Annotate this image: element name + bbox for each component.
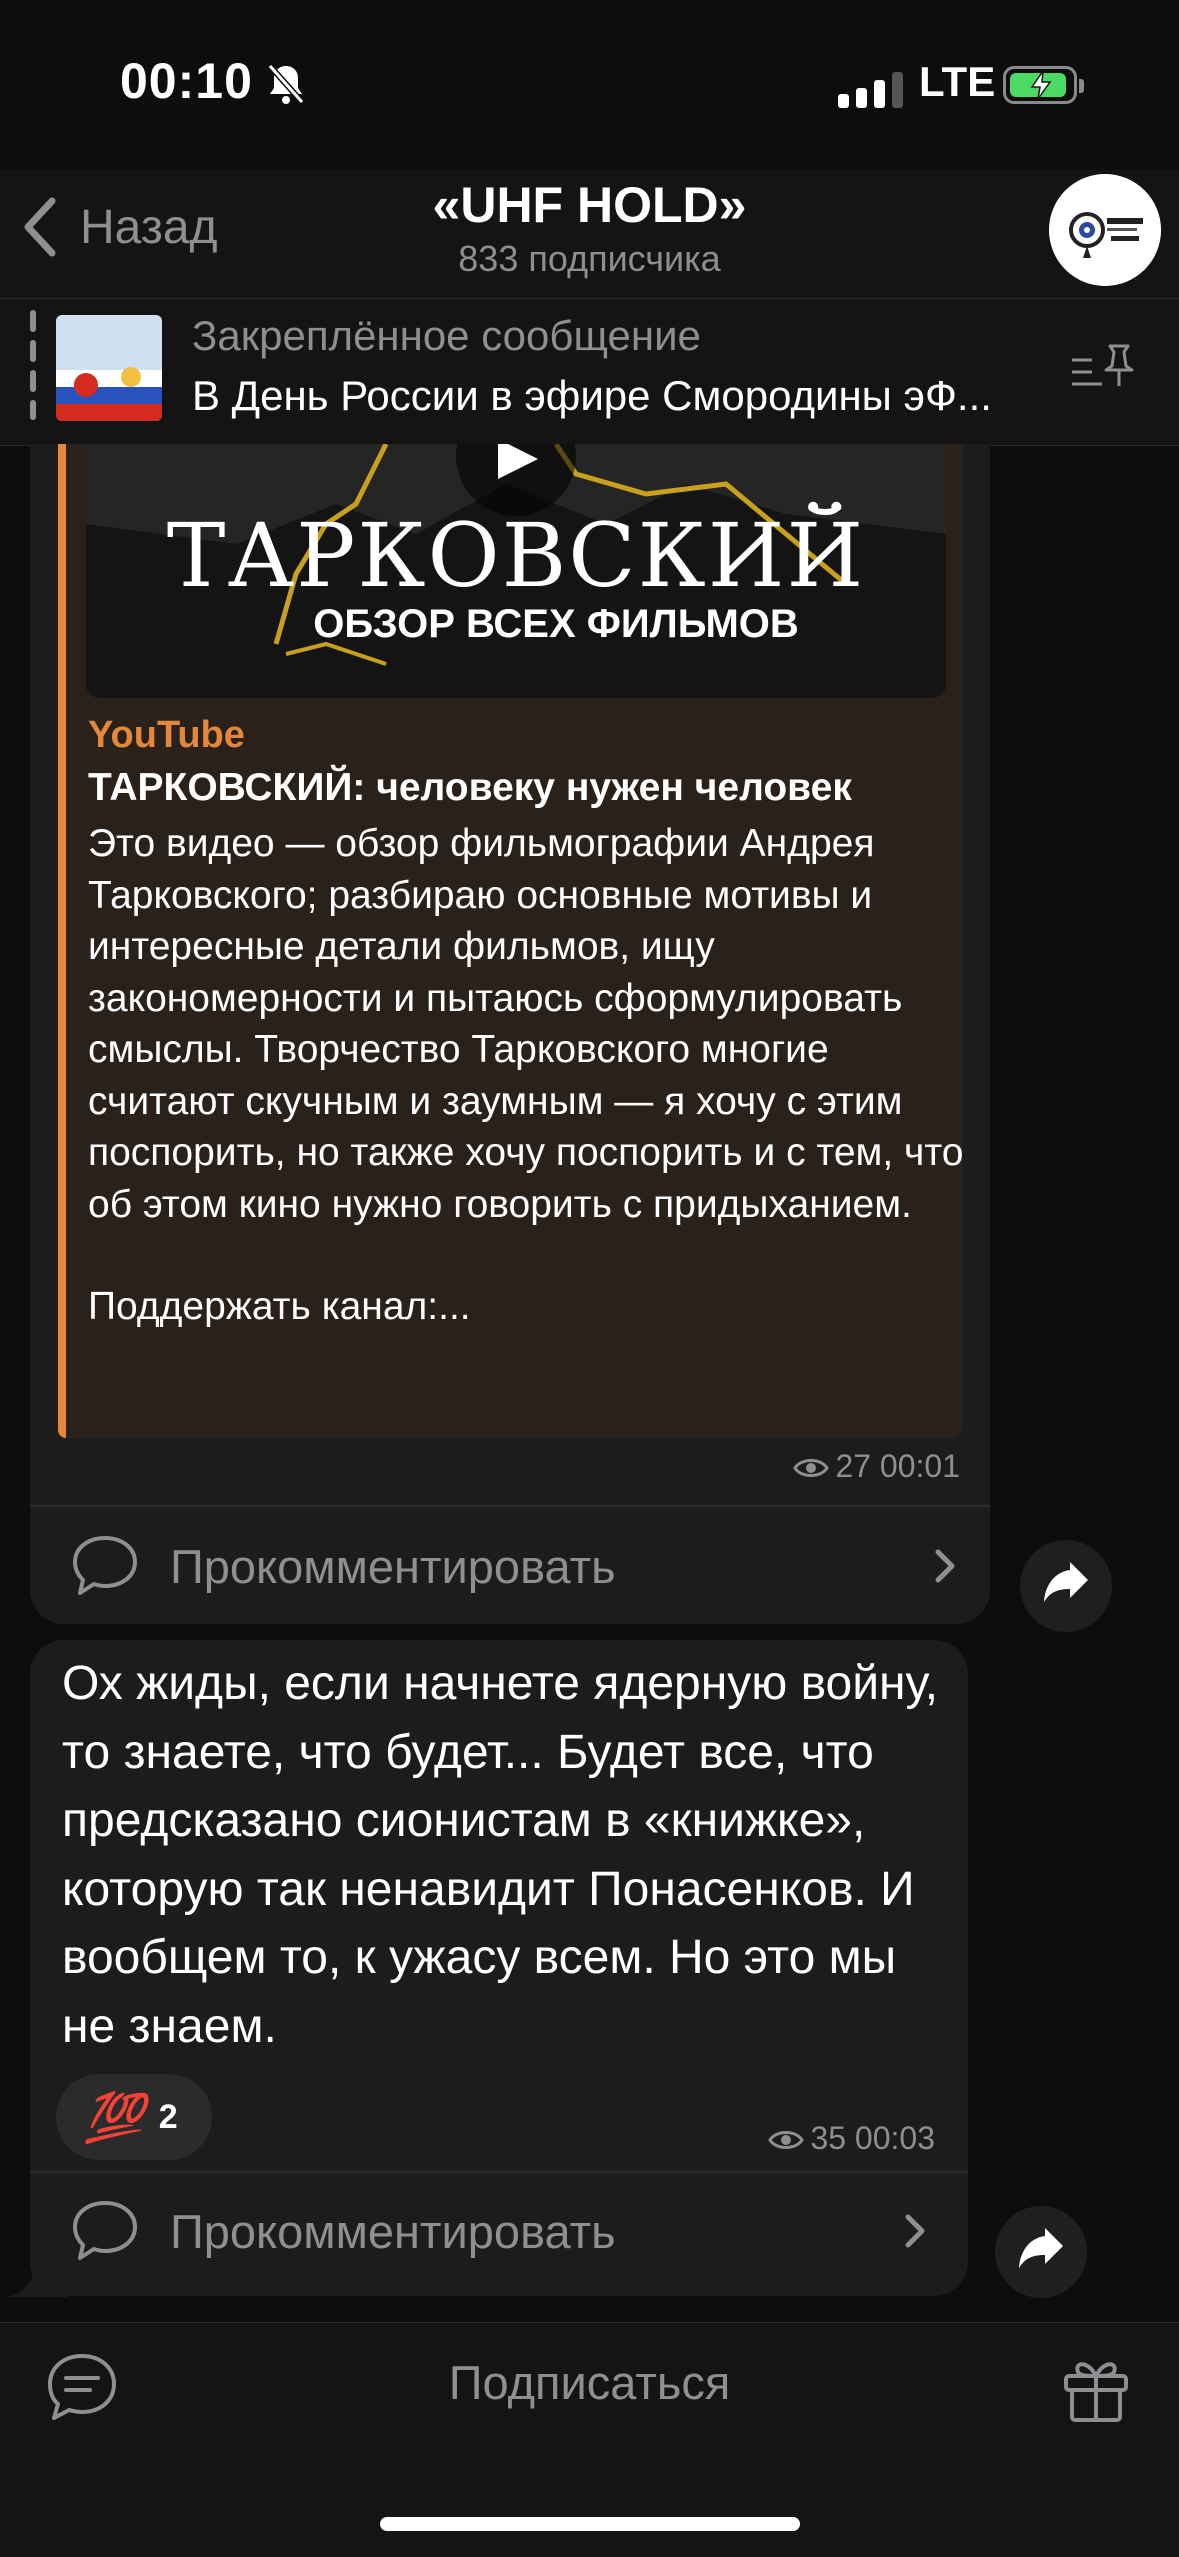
link-support-text: Поддержать канал:... bbox=[88, 1285, 471, 1328]
pinned-label: Закреплённое сообщение bbox=[192, 312, 701, 359]
forward-button[interactable] bbox=[1020, 1540, 1112, 1632]
comment-button[interactable]: Прокомментировать bbox=[70, 2195, 930, 2267]
bell-slash-icon bbox=[267, 64, 305, 104]
video-thumbnail[interactable]: ТАРКОВСКИЙ ОБЗОР ВСЕХ ФИЛЬМОВ bbox=[86, 444, 946, 698]
comment-bubble-icon bbox=[73, 2201, 137, 2260]
divider bbox=[30, 1505, 990, 1507]
comment-label: Прокомментировать bbox=[170, 2204, 616, 2258]
channel-avatar[interactable] bbox=[1049, 174, 1161, 286]
comment-button[interactable]: Прокомментировать bbox=[70, 1530, 960, 1602]
link-preview-accent bbox=[58, 444, 66, 1438]
eye-icon bbox=[793, 1459, 830, 1477]
pinned-list-icon[interactable] bbox=[1070, 340, 1134, 400]
gift-icon[interactable] bbox=[1058, 2350, 1134, 2426]
thumbnail-title: ТАРКОВСКИЙ bbox=[166, 504, 866, 607]
eye-icon bbox=[768, 2131, 805, 2149]
comment-label: Прокомментировать bbox=[170, 1539, 616, 1593]
forward-button[interactable] bbox=[995, 2206, 1087, 2298]
comment-bubble-icon bbox=[73, 1536, 137, 1595]
home-indicator[interactable] bbox=[380, 2517, 800, 2531]
link-site-name: YouTube bbox=[88, 714, 245, 756]
message-time: 00:03 bbox=[854, 2120, 935, 2156]
chevron-right-icon bbox=[935, 1549, 955, 1583]
thumbnail-subtitle: ОБЗОР ВСЕХ ФИЛЬМОВ bbox=[313, 602, 799, 646]
signal-icon bbox=[838, 68, 903, 108]
battery-icon bbox=[1003, 66, 1084, 104]
uhf-hold-logo-icon bbox=[1049, 174, 1161, 286]
subscribe-button[interactable]: Подписаться bbox=[0, 2355, 1179, 2410]
pin-indicator bbox=[30, 310, 36, 420]
divider bbox=[30, 2171, 968, 2173]
link-title: ТАРКОВСКИЙ: человеку нужен человек bbox=[88, 766, 852, 809]
pinned-thumbnail bbox=[56, 315, 162, 421]
message-time: 00:01 bbox=[879, 1448, 960, 1484]
link-description-text: Это видео — обзор фильмографии Андрея Та… bbox=[88, 822, 964, 1226]
chevron-right-icon bbox=[905, 2214, 925, 2248]
status-time: 00:10 bbox=[120, 53, 253, 109]
message-text: Ох жиды, если начнете ядерную войну, то … bbox=[62, 1657, 939, 2053]
message-meta: 27 00:01 bbox=[0, 1448, 960, 1485]
bubble-tail bbox=[8, 2255, 68, 2297]
channel-title[interactable]: «UHF HOLD» bbox=[0, 176, 1179, 234]
message-meta: 35 00:03 bbox=[0, 2120, 935, 2157]
view-count: 35 bbox=[810, 2120, 847, 2156]
subscriber-count: 833 подписчика bbox=[458, 238, 721, 279]
forward-arrow-icon bbox=[1019, 2228, 1063, 2268]
link-description: Это видео — обзор фильмографии Андрея Та… bbox=[88, 818, 968, 1333]
forward-arrow-icon bbox=[1044, 1562, 1088, 1602]
pinned-text: В День России в эфире Смородины эФ... bbox=[192, 372, 992, 419]
carrier-label: LTE bbox=[919, 58, 996, 105]
view-count: 27 bbox=[835, 1448, 872, 1484]
